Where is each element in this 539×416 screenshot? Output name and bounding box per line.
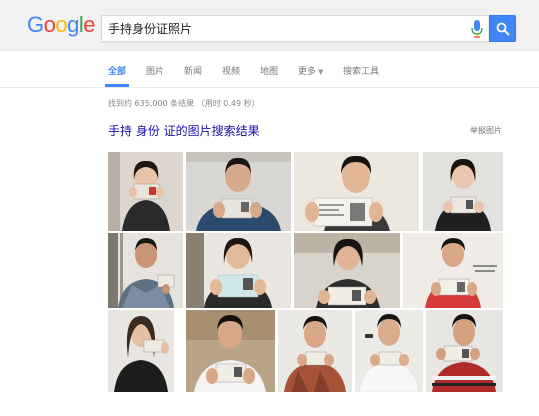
image-thumbnail[interactable]	[108, 233, 183, 308]
tab-more-label: 更多	[298, 67, 317, 77]
image-thumbnail[interactable]	[186, 310, 275, 392]
photo-woman-holding-id-card	[108, 152, 183, 231]
logo-letter: o	[55, 12, 68, 37]
image-thumbnail[interactable]	[426, 310, 503, 392]
photo-man-holding-id-card	[403, 233, 503, 308]
tab-more[interactable]: 更多 ▼	[298, 64, 323, 77]
image-thumbnail[interactable]	[294, 233, 400, 308]
photo-woman-holding-id-card	[108, 310, 174, 392]
google-logo[interactable]: Google	[27, 12, 96, 37]
report-images-link[interactable]: 举报图片	[470, 125, 502, 136]
photo-woman-holding-id-card	[423, 152, 503, 231]
search-input[interactable]	[108, 19, 448, 38]
image-thumbnail[interactable]	[186, 152, 291, 231]
photo-man-holding-id-card	[186, 152, 291, 231]
image-thumbnail[interactable]	[403, 233, 503, 308]
tab-images[interactable]: 图片	[146, 64, 164, 77]
image-thumbnail[interactable]	[294, 152, 419, 231]
tab-search-tools[interactable]: 搜索工具	[343, 64, 379, 77]
image-thumbnail[interactable]	[423, 152, 503, 231]
image-thumbnail[interactable]	[186, 233, 291, 308]
image-thumbnail[interactable]	[278, 310, 352, 392]
result-stats: 找到约 635,000 条结果 （用时 0.49 秒）	[108, 99, 260, 108]
photo-man-holding-id-card	[426, 310, 503, 392]
photo-man-holding-id-card	[186, 310, 275, 392]
image-thumbnail[interactable]	[108, 310, 174, 392]
microphone-icon[interactable]	[471, 20, 483, 38]
image-thumbnail[interactable]	[108, 152, 183, 231]
tab-all[interactable]: 全部	[108, 64, 126, 77]
photo-man-holding-id-card	[278, 310, 352, 392]
photo-woman-holding-id-card	[294, 233, 400, 308]
search-tabs: 全部 图片 新闻 视频 地图 更多 ▼ 搜索工具	[0, 50, 539, 88]
photo-woman-holding-id-card	[186, 233, 291, 308]
photo-man-holding-id-card	[294, 152, 419, 231]
tab-videos[interactable]: 视频	[222, 64, 240, 77]
chevron-down-icon: ▼	[318, 68, 324, 76]
search-box[interactable]	[101, 15, 488, 42]
search-icon	[496, 22, 510, 36]
active-tab-indicator	[105, 84, 129, 87]
search-button[interactable]	[489, 15, 516, 42]
image-thumbnail[interactable]	[355, 310, 423, 392]
logo-letter: o	[43, 12, 56, 37]
tab-news[interactable]: 新闻	[184, 64, 202, 77]
photo-man-holding-id-card	[108, 233, 183, 308]
photo-man-holding-id-card	[355, 310, 423, 392]
tab-maps[interactable]: 地图	[260, 64, 278, 77]
logo-letter: g	[67, 12, 79, 37]
logo-letter: G	[27, 12, 44, 37]
image-results-title[interactable]: 手持 身份 证的图片搜索结果	[108, 122, 260, 139]
logo-letter: e	[83, 12, 96, 37]
